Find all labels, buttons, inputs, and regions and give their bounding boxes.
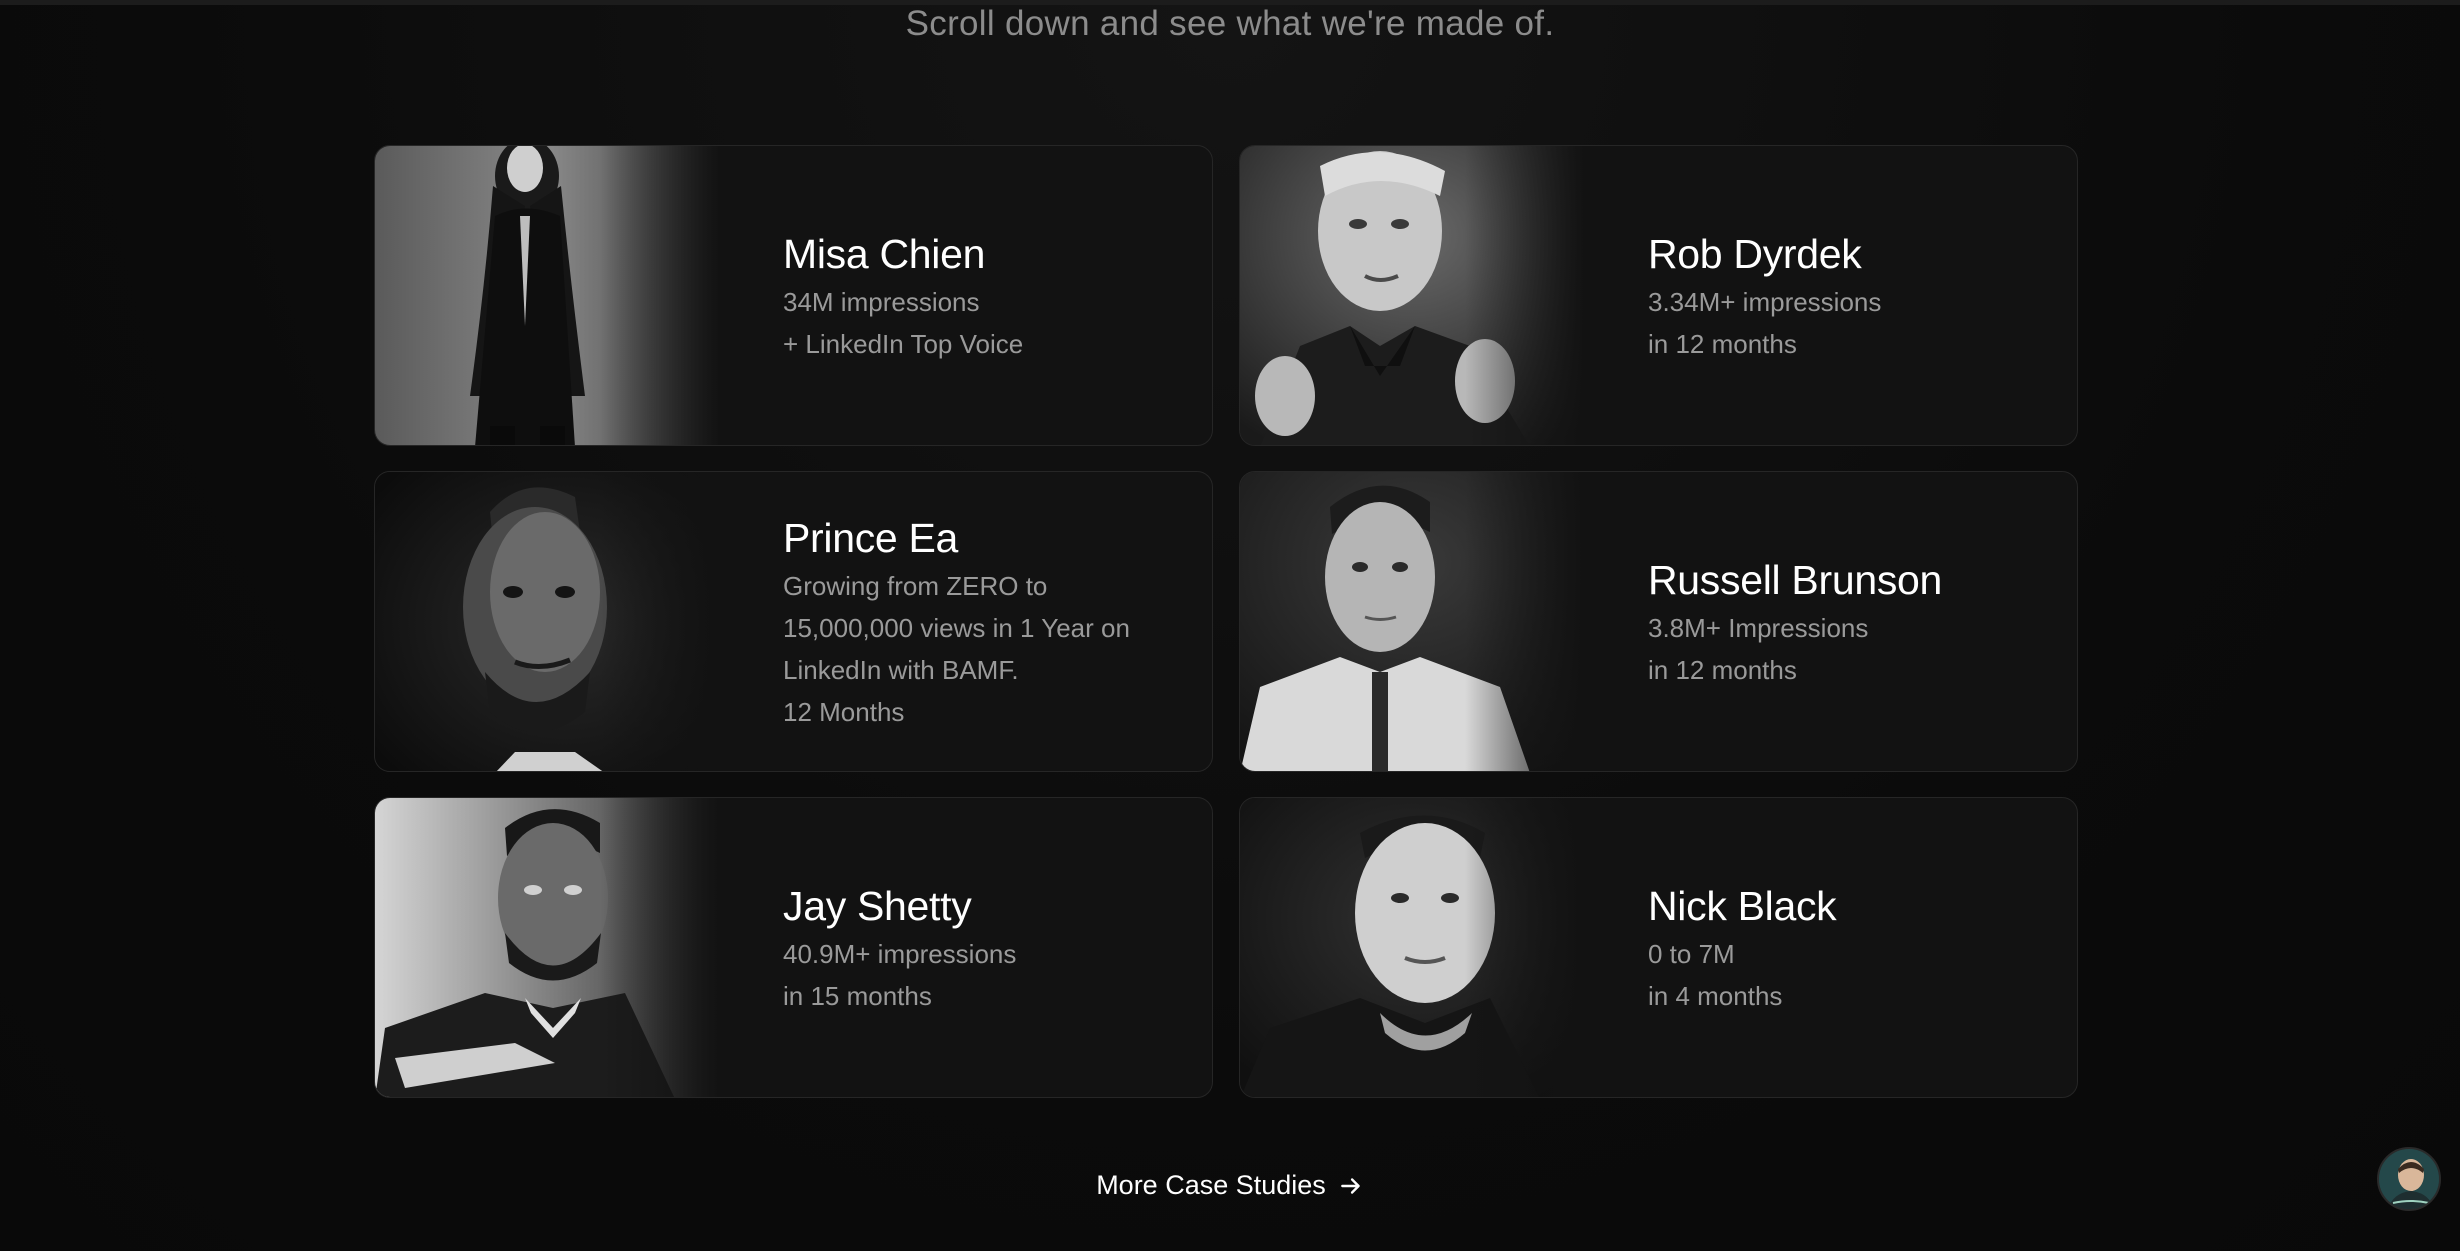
portrait-image [375,472,720,771]
case-study-card[interactable]: Misa Chien 34M impressions + LinkedIn To… [374,145,1213,446]
person-name: Rob Dyrdek [1648,230,1862,277]
person-name: Prince Ea [783,514,959,561]
case-study-info: Prince Ea Growing from ZERO to 15,000,00… [783,472,1193,771]
stat-line: in 12 months [1648,654,1797,685]
more-case-studies-link[interactable]: More Case Studies [0,1170,2460,1201]
case-study-info: Nick Black 0 to 7M in 4 months [1648,798,2058,1097]
stat-line: 0 to 7M [1648,938,1735,969]
portrait-image [375,798,720,1097]
person-name: Jay Shetty [783,882,972,929]
stat-line: + LinkedIn Top Voice [783,328,1024,359]
portrait-image [1240,472,1585,771]
stat-line: in 15 months [783,980,932,1011]
more-case-studies-label: More Case Studies [1096,1170,1326,1200]
portrait-image [1240,798,1585,1097]
stat-line: 40.9M+ impressions [783,938,1017,969]
person-name: Nick Black [1648,882,1837,929]
arrow-right-icon [1340,1177,1360,1194]
person-name: Russell Brunson [1648,556,1943,603]
chat-avatar-icon[interactable] [2377,1147,2441,1211]
stat-line: LinkedIn with BAMF. [783,654,1019,685]
portrait-image [1240,146,1585,445]
stat-line: 3.34M+ impressions [1648,286,1882,317]
case-study-card[interactable]: Russell Brunson 3.8M+ Impressions in 12 … [1239,471,2078,772]
case-study-card[interactable]: Nick Black 0 to 7M in 4 months [1239,797,2078,1098]
stat-line: 34M impressions [783,286,980,317]
stat-line: 12 Months [783,696,905,727]
case-studies-section: Scroll down and see what we're made of. [0,0,2460,1251]
stat-line: in 4 months [1648,980,1783,1011]
stat-line: 3.8M+ Impressions [1648,612,1869,643]
stat-line: 15,000,000 views in 1 Year on [783,612,1130,643]
stat-line: Growing from ZERO to [783,570,1048,601]
case-study-info: Russell Brunson 3.8M+ Impressions in 12 … [1648,472,2058,771]
case-study-info: Rob Dyrdek 3.34M+ impressions in 12 mont… [1648,146,2058,445]
case-study-card[interactable]: Prince Ea Growing from ZERO to 15,000,00… [374,471,1213,772]
case-study-grid: Misa Chien 34M impressions + LinkedIn To… [374,145,2079,1098]
case-study-info: Jay Shetty 40.9M+ impressions in 15 mont… [783,798,1193,1097]
case-study-card[interactable]: Jay Shetty 40.9M+ impressions in 15 mont… [374,797,1213,1098]
case-study-info: Misa Chien 34M impressions + LinkedIn To… [783,146,1193,445]
section-subtitle: Scroll down and see what we're made of. [905,4,1555,43]
stat-line: in 12 months [1648,328,1797,359]
person-name: Misa Chien [783,230,986,277]
case-study-card[interactable]: Rob Dyrdek 3.34M+ impressions in 12 mont… [1239,145,2078,446]
portrait-image [375,146,720,445]
